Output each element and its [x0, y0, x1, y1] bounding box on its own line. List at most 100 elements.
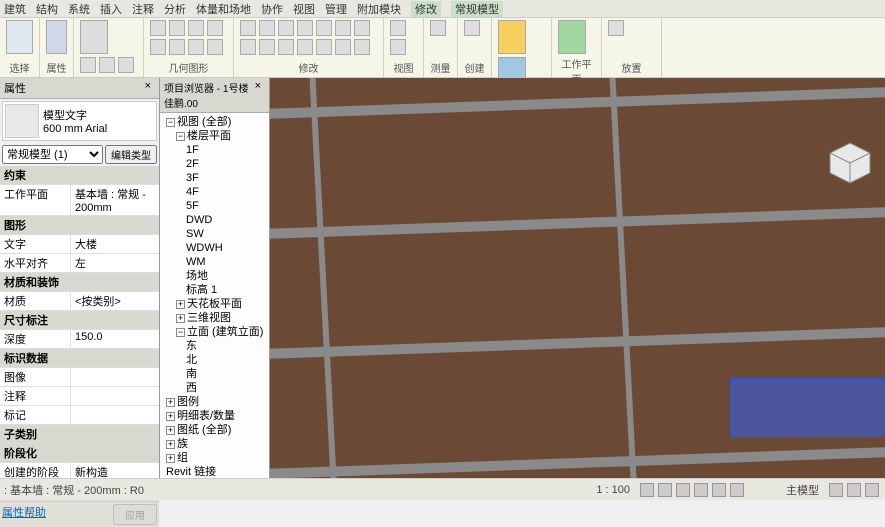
menu-arch[interactable]: 建筑 — [4, 1, 26, 17]
close-icon[interactable]: × — [141, 80, 155, 96]
filter-icon[interactable] — [847, 483, 861, 497]
prop-group[interactable]: 图形 — [0, 216, 159, 235]
pin-icon[interactable] — [278, 39, 294, 55]
tree-item[interactable]: DWD — [162, 213, 267, 227]
move-icon[interactable] — [240, 20, 256, 36]
pick-new-icon[interactable] — [558, 20, 586, 54]
geom-icon[interactable] — [150, 39, 166, 55]
prop-value[interactable] — [70, 368, 159, 386]
viewport-3d[interactable] — [270, 78, 885, 478]
view-icon[interactable] — [390, 39, 406, 55]
mirror-icon[interactable] — [278, 20, 294, 36]
paste-icon[interactable] — [80, 20, 108, 54]
menu-sys[interactable]: 系统 — [68, 1, 90, 17]
tree-toggle-icon[interactable]: + — [166, 398, 175, 407]
tree-item[interactable]: 东 — [162, 339, 267, 353]
tree-toggle-icon[interactable]: + — [166, 412, 175, 421]
prop-group[interactable]: 材质和装饰 — [0, 273, 159, 292]
prop-row[interactable]: 深度150.0 — [0, 330, 159, 349]
edit-text-icon[interactable] — [498, 20, 526, 54]
tree-toggle-icon[interactable]: − — [176, 132, 185, 141]
tree-item[interactable]: +三维视图 — [162, 311, 267, 325]
prop-row[interactable]: 材质<按类别> — [0, 292, 159, 311]
tree-toggle-icon[interactable]: − — [166, 118, 175, 127]
tree-toggle-icon[interactable]: + — [166, 440, 175, 449]
model-name[interactable]: 主模型 — [786, 482, 819, 498]
properties-icon[interactable] — [46, 20, 67, 54]
prop-row[interactable]: 图像 — [0, 368, 159, 387]
trim-icon[interactable] — [297, 20, 313, 36]
prop-group[interactable]: 阶段化 — [0, 444, 159, 463]
geom-icon[interactable] — [169, 39, 185, 55]
menu-manage[interactable]: 管理 — [325, 1, 347, 17]
prop-row[interactable]: 标记 — [0, 406, 159, 425]
tree-item[interactable]: 5F — [162, 199, 267, 213]
sun-icon[interactable] — [676, 483, 690, 497]
extend-icon[interactable] — [354, 39, 370, 55]
tree-item[interactable]: −视图 (全部) — [162, 115, 267, 129]
tree-item[interactable]: 南 — [162, 367, 267, 381]
prop-group[interactable]: 标识数据 — [0, 349, 159, 368]
menu-analyze[interactable]: 分析 — [164, 1, 186, 17]
offset-icon[interactable] — [259, 39, 275, 55]
geom-icon[interactable] — [207, 20, 223, 36]
tree-item[interactable]: −立面 (建筑立面) — [162, 325, 267, 339]
crop-icon[interactable] — [712, 483, 726, 497]
prop-row[interactable]: 注释 — [0, 387, 159, 406]
tree-item[interactable]: SW — [162, 227, 267, 241]
visual-style-icon[interactable] — [658, 483, 672, 497]
tree-item[interactable]: −楼层平面 — [162, 129, 267, 143]
tree-item[interactable]: Revit 链接 — [162, 465, 267, 478]
tree-toggle-icon[interactable]: + — [176, 314, 185, 323]
prop-value[interactable]: 大楼 — [70, 235, 159, 253]
show-icon[interactable] — [608, 20, 624, 36]
edit-type-button[interactable]: 编辑类型 — [105, 145, 157, 164]
create-icon[interactable] — [464, 20, 480, 36]
menu-massing[interactable]: 体量和场地 — [196, 1, 251, 17]
tree-item[interactable]: WDWH — [162, 241, 267, 255]
tree-toggle-icon[interactable]: − — [176, 328, 185, 337]
viewcube[interactable] — [825, 138, 875, 188]
prop-group[interactable]: 尺寸标注 — [0, 311, 159, 330]
selected-model-text[interactable] — [730, 378, 885, 438]
copy-icon[interactable] — [99, 57, 115, 73]
geom-icon[interactable] — [188, 39, 204, 55]
tree-item[interactable]: 2F — [162, 157, 267, 171]
prop-value[interactable]: 左 — [70, 254, 159, 272]
array-icon[interactable] — [335, 20, 351, 36]
menu-addins[interactable]: 附加模块 — [357, 1, 401, 17]
filter-icon[interactable] — [829, 483, 843, 497]
menu-annotate[interactable]: 注释 — [132, 1, 154, 17]
tree-item[interactable]: WM — [162, 255, 267, 269]
tree-toggle-icon[interactable]: + — [166, 454, 175, 463]
prop-value[interactable]: 基本墙 : 常规 - 200mm — [70, 185, 159, 215]
modify-icon[interactable] — [6, 20, 33, 54]
tree-item[interactable]: 标高 1 — [162, 283, 267, 297]
geom-icon[interactable] — [150, 20, 166, 36]
tree-item[interactable]: 西 — [162, 381, 267, 395]
tree-item[interactable]: 3F — [162, 171, 267, 185]
hide-icon[interactable] — [730, 483, 744, 497]
tree-toggle-icon[interactable]: + — [166, 426, 175, 435]
prop-value[interactable] — [70, 406, 159, 424]
prop-value[interactable]: 150.0 — [70, 330, 159, 348]
tree-item[interactable]: 1F — [162, 143, 267, 157]
tree-item[interactable]: +族 — [162, 437, 267, 451]
shadow-icon[interactable] — [694, 483, 708, 497]
geom-icon[interactable] — [188, 20, 204, 36]
split-icon[interactable] — [316, 20, 332, 36]
properties-help[interactable]: 属性帮助 — [2, 504, 46, 525]
type-preview[interactable]: 模型文字 600 mm Arial — [2, 101, 157, 141]
prop-value[interactable] — [70, 387, 159, 405]
detail-icon[interactable] — [640, 483, 654, 497]
scale-value[interactable]: 1 : 100 — [596, 484, 630, 496]
tree-item[interactable]: +组 — [162, 451, 267, 465]
menu-view[interactable]: 视图 — [293, 1, 315, 17]
tree-item[interactable]: 4F — [162, 185, 267, 199]
filter-icon[interactable] — [865, 483, 879, 497]
tree-item[interactable]: 北 — [162, 353, 267, 367]
ungroup-icon[interactable] — [335, 39, 351, 55]
delete-icon[interactable] — [297, 39, 313, 55]
view-icon[interactable] — [390, 20, 406, 36]
menu-struct[interactable]: 结构 — [36, 1, 58, 17]
